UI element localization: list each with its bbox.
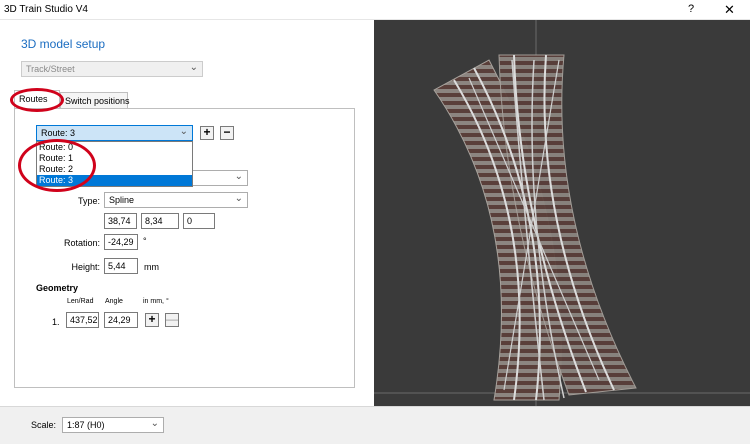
chevron-down-icon: ⌄	[189, 62, 198, 73]
type-select[interactable]: Spline ⌄	[104, 192, 248, 208]
chevron-down-icon: ⌄	[179, 126, 188, 137]
height-label: Height:	[71, 262, 100, 272]
geometry-heading: Geometry	[36, 283, 79, 293]
height-input[interactable]: 5,44	[104, 258, 138, 274]
window-title: 3D Train Studio V4	[4, 4, 88, 15]
chevron-down-icon: ⌄	[150, 418, 159, 429]
chevron-down-icon: ⌄	[234, 193, 243, 204]
geometry-col-units: in mm, °	[143, 298, 169, 305]
geometry-len-input[interactable]: 437,52	[66, 312, 99, 328]
geometry-remove-button[interactable]: —	[165, 313, 179, 327]
tab-switch-positions-label: Switch positions	[65, 96, 130, 106]
type-select-value: Spline	[109, 195, 135, 205]
3d-viewport[interactable]	[374, 20, 750, 406]
geometry-angle-input[interactable]: 24,29	[104, 312, 138, 328]
rotation-label: Rotation:	[63, 238, 100, 248]
title-bar: 3D Train Studio V4 ? ✕	[0, 0, 750, 20]
route-option[interactable]: Route: 0	[37, 142, 192, 153]
rotation-input[interactable]: -24,29	[104, 234, 138, 250]
bottom-bar: Scale: 1:87 (H0) ⌄	[0, 406, 750, 444]
chevron-down-icon: ⌄	[234, 171, 243, 182]
route-dropdown-list: Route: 0 Route: 1 Route: 2 Route: 3	[36, 141, 193, 187]
route-option[interactable]: Route: 2	[37, 164, 192, 175]
scale-select[interactable]: 1:87 (H0) ⌄	[62, 417, 164, 433]
tab-switch-positions[interactable]: Switch positions	[60, 92, 130, 108]
scale-label: Scale:	[31, 420, 57, 430]
rotation-unit: °	[143, 236, 147, 246]
remove-route-button[interactable]: −	[220, 126, 234, 140]
page-title: 3D model setup	[21, 37, 106, 51]
geometry-row-index: 1.	[52, 317, 60, 327]
add-route-button[interactable]: +	[200, 126, 214, 140]
scale-select-value: 1:87 (H0)	[67, 420, 105, 430]
route-select[interactable]: Route: 3 ⌄	[36, 125, 193, 141]
route-option-selected[interactable]: Route: 3	[37, 175, 192, 186]
tab-routes-label: Routes	[19, 94, 48, 104]
geometry-col-angle: Angle	[105, 298, 123, 305]
route-option[interactable]: Route: 1	[37, 153, 192, 164]
position-x-input[interactable]: 38,74	[104, 213, 137, 229]
geometry-add-button[interactable]: +	[145, 313, 159, 327]
position-z-input[interactable]: 0	[183, 213, 215, 229]
type-label: Type:	[77, 196, 100, 206]
tab-routes[interactable]: Routes	[14, 90, 60, 108]
height-unit: mm	[144, 262, 159, 272]
track-switch-render	[374, 20, 750, 406]
category-select: Track/Street ⌄	[21, 61, 203, 77]
help-button[interactable]: ?	[688, 3, 694, 15]
geometry-col-len: Len/Rad	[67, 298, 94, 305]
category-select-value: Track/Street	[26, 64, 75, 74]
route-select-value: Route: 3	[41, 128, 76, 138]
position-y-input[interactable]: 8,34	[141, 213, 179, 229]
close-button[interactable]: ✕	[724, 2, 735, 18]
